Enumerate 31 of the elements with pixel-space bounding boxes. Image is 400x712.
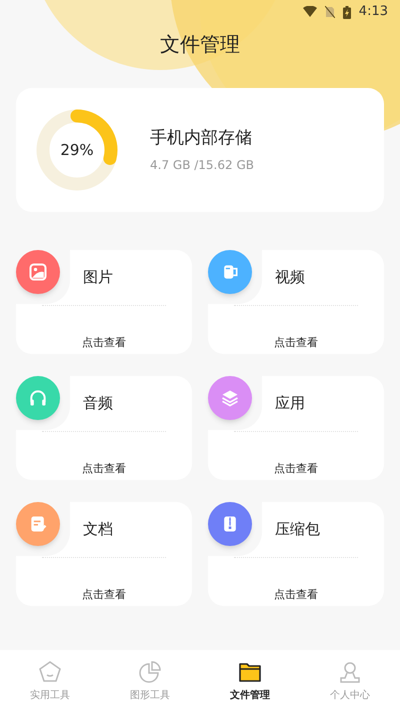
headphones-icon bbox=[28, 388, 48, 408]
category-card[interactable]: 音频 点击查看 bbox=[16, 376, 192, 480]
person-icon bbox=[338, 660, 362, 684]
pie-chart-icon bbox=[138, 660, 162, 684]
category-label: 文档 bbox=[83, 519, 113, 540]
view-link[interactable]: 点击查看 bbox=[82, 334, 126, 351]
storage-name: 手机内部存储 bbox=[150, 127, 253, 150]
image-icon bbox=[28, 262, 48, 282]
status-time: 4:13 bbox=[358, 3, 388, 22]
view-link[interactable]: 点击查看 bbox=[274, 586, 318, 603]
view-link[interactable]: 点击查看 bbox=[274, 460, 318, 477]
category-card[interactable]: 应用 点击查看 bbox=[208, 376, 384, 480]
category-label: 视频 bbox=[275, 267, 305, 288]
nav-tab[interactable]: 文件管理 bbox=[200, 650, 300, 712]
usage-percent: 29% bbox=[60, 140, 94, 161]
category-card[interactable]: 视频 点击查看 bbox=[208, 250, 384, 354]
category-label: 应用 bbox=[275, 393, 305, 414]
view-link[interactable]: 点击查看 bbox=[82, 586, 126, 603]
page-title: 文件管理 bbox=[160, 31, 240, 58]
wifi-icon bbox=[302, 6, 317, 18]
category-label: 音频 bbox=[83, 393, 113, 414]
category-card[interactable]: 图片 点击查看 bbox=[16, 250, 192, 354]
no-sim-icon bbox=[324, 6, 335, 18]
layers-icon bbox=[220, 388, 240, 408]
category-card[interactable]: 文档 点击查看 bbox=[16, 502, 192, 606]
storage-usage: 4.7 GB /15.62 GB bbox=[150, 156, 254, 174]
category-label: 压缩包 bbox=[275, 519, 320, 540]
view-link[interactable]: 点击查看 bbox=[82, 460, 126, 477]
view-link[interactable]: 点击查看 bbox=[274, 334, 318, 351]
category-label: 图片 bbox=[83, 267, 113, 288]
category-card[interactable]: 压缩包 点击查看 bbox=[208, 502, 384, 606]
